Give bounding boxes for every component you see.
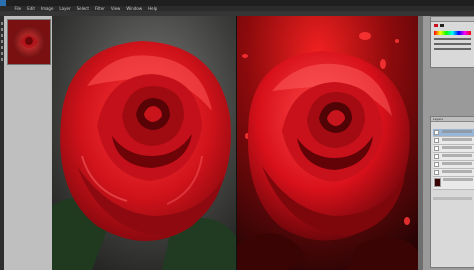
layer-row[interactable]	[433, 177, 474, 190]
color-slider[interactable]	[434, 48, 471, 50]
layer-row[interactable]	[433, 137, 474, 145]
navigator-thumbnail[interactable]	[7, 19, 51, 65]
panel-icons-strip	[418, 16, 423, 270]
layers-panel-title: Layers	[433, 117, 443, 121]
layer-row[interactable]	[433, 169, 474, 177]
layer-name	[442, 170, 472, 173]
layer-thumbnail	[434, 138, 439, 143]
layer-name	[442, 138, 472, 141]
marquee-tool-icon[interactable]	[1, 28, 3, 31]
layer-name	[442, 154, 472, 157]
layer-name	[443, 178, 473, 181]
layer-thumbnail	[434, 170, 439, 175]
layer-thumbnail	[434, 162, 439, 167]
layers-panel: Layers	[430, 116, 474, 268]
layers-panel-footer	[433, 197, 472, 200]
document-canvas-edited[interactable]	[237, 16, 418, 270]
layer-name	[442, 162, 472, 165]
layer-thumbnail	[434, 154, 439, 159]
layer-thumbnail	[434, 178, 441, 187]
color-panel-header	[431, 17, 474, 22]
type-tool-icon[interactable]	[1, 58, 3, 61]
navigator-panel	[4, 16, 53, 270]
layer-thumbnail	[434, 146, 439, 151]
crop-tool-icon[interactable]	[1, 40, 3, 43]
layer-row[interactable]	[433, 153, 474, 161]
layer-row[interactable]	[433, 161, 474, 169]
background-color-swatch[interactable]	[440, 24, 444, 27]
color-panel	[430, 16, 474, 68]
layer-name	[442, 146, 472, 149]
layer-name	[442, 130, 472, 133]
color-slider[interactable]	[434, 38, 471, 40]
foreground-color-swatch[interactable]	[434, 24, 438, 27]
color-spectrum-bar[interactable]	[434, 31, 471, 35]
layer-row[interactable]	[433, 129, 474, 137]
move-tool-icon[interactable]	[1, 22, 3, 25]
document-canvas-original[interactable]	[52, 16, 236, 270]
layer-row[interactable]	[433, 145, 474, 153]
brush-tool-icon[interactable]	[1, 46, 3, 49]
lasso-tool-icon[interactable]	[1, 34, 3, 37]
eraser-tool-icon[interactable]	[1, 52, 3, 55]
layer-thumbnail	[434, 130, 439, 135]
color-slider[interactable]	[434, 43, 471, 45]
